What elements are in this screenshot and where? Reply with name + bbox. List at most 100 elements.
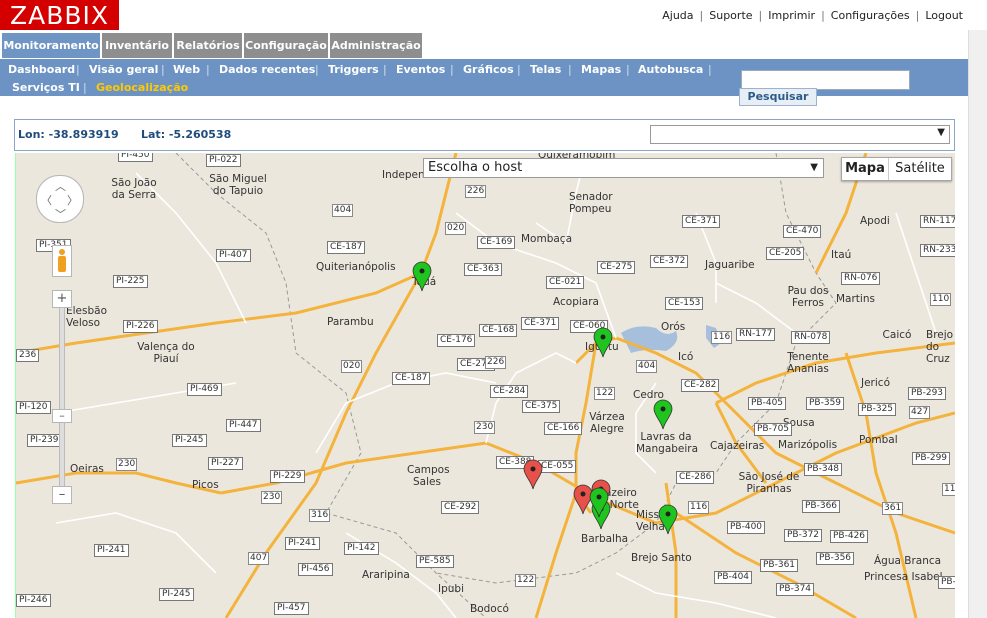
zoom-slider-handle[interactable]: – <box>52 409 72 423</box>
tab-relatorios[interactable]: Relatórios <box>174 33 242 58</box>
road-number: 230 <box>116 458 138 471</box>
city-label: Elesbão Veloso <box>66 305 108 329</box>
road-shield: CE-021 <box>546 276 585 289</box>
help-link[interactable]: Ajuda <box>662 9 693 22</box>
city-label: Martins <box>836 293 875 305</box>
road-shield: PI-456 <box>298 563 333 576</box>
subnav-eventos[interactable]: Eventos <box>396 63 445 76</box>
city-label: Quiterianópolis <box>316 261 396 273</box>
zabbix-logo[interactable]: ZABBIX <box>0 0 119 30</box>
link-separator: | <box>699 9 704 22</box>
latitude-readout: Lat: -5.260538 <box>141 128 232 141</box>
search-button[interactable]: Pesquisar <box>739 88 817 106</box>
city-label: Várzea Alegre <box>589 411 625 435</box>
road-shield: CE-166 <box>544 422 583 435</box>
road-shield: PI-241 <box>285 537 320 550</box>
support-link[interactable]: Suporte <box>709 9 752 22</box>
pan-left-icon[interactable]: 〈 <box>41 192 52 208</box>
road-shield: CE-168 <box>479 324 518 337</box>
road-shield: CE-187 <box>327 241 366 254</box>
road-shield: PB-372 <box>784 529 823 542</box>
city-label: Araripina <box>362 569 410 581</box>
city-label: Brejo Santo <box>631 552 692 564</box>
road-shield: CE-292 <box>441 501 480 514</box>
city-label: Orós <box>661 321 686 333</box>
tab-administracao[interactable]: Administração <box>330 33 422 58</box>
road-shield: PB-359 <box>806 397 845 410</box>
logout-link[interactable]: Logout <box>925 9 963 22</box>
subnav-web[interactable]: Web <box>173 63 200 76</box>
city-label: Jericó <box>861 377 890 389</box>
link-separator: | <box>915 9 920 22</box>
road-shield: PI-225 <box>113 275 148 288</box>
pan-down-icon[interactable]: ﹀ <box>55 206 66 222</box>
zoom-in-icon[interactable]: + <box>52 290 72 308</box>
map-type-map-button[interactable]: Mapa <box>842 158 889 180</box>
road-shield: CE-284 <box>490 385 529 398</box>
subnav-dados-recentes[interactable]: Dados recentes <box>219 63 315 76</box>
road-number: 116 <box>711 331 733 344</box>
map-type-control: Mapa Satélite <box>841 157 952 181</box>
chevron-down-icon: ▼ <box>810 162 818 173</box>
city-label: São João da Serra <box>111 177 157 201</box>
road-number: 110 <box>942 483 955 496</box>
print-link[interactable]: Imprimir <box>768 9 815 22</box>
zoom-slider-track[interactable] <box>59 307 65 487</box>
city-label: Bodocó <box>470 603 509 615</box>
tab-configuracao[interactable]: Configuração <box>244 33 328 58</box>
street-view-pegman-icon[interactable] <box>52 245 72 277</box>
tab-inventario[interactable]: Inventário <box>102 33 172 58</box>
subnav-triggers[interactable]: Triggers <box>328 63 379 76</box>
road-shield: PB-405 <box>748 397 787 410</box>
host-select[interactable]: Escolha o host ▼ <box>423 158 824 178</box>
subnav-dashboard[interactable]: Dashboard <box>8 63 75 76</box>
search-input[interactable] <box>741 70 910 90</box>
subnav-separator: | <box>76 63 80 76</box>
tab-monitoramento[interactable]: Monitoramento <box>2 33 100 58</box>
city-label: Cajazeiras <box>710 440 765 452</box>
road-shield: PI-407 <box>216 249 251 262</box>
subnav-geolocalizacao[interactable]: Geolocalização <box>96 81 188 94</box>
road-shield: PB-293 <box>908 387 947 400</box>
city-label: Jaguaribe <box>705 259 755 271</box>
road-number: 427 <box>909 406 931 419</box>
subnav-visao-geral[interactable]: Visão geral <box>89 63 158 76</box>
city-label: Tenente Ananias <box>787 351 829 375</box>
map-select[interactable]: ▼ <box>650 125 950 144</box>
settings-link[interactable]: Configurações <box>831 9 910 22</box>
zoom-out-icon[interactable]: – <box>52 486 72 504</box>
subnav-telas[interactable]: Telas <box>530 63 561 76</box>
subnav-mapas[interactable]: Mapas <box>581 63 621 76</box>
city-label: Cedro <box>633 389 664 401</box>
subnav-autobusca[interactable]: Autobusca <box>638 63 703 76</box>
page-scrollbar[interactable] <box>968 30 987 618</box>
city-label: Lavras da Mangabeira <box>636 431 699 455</box>
road-shield: PI-239 <box>27 434 62 447</box>
geolocation-map[interactable]: Independência Quixeramobim Quiterianópol… <box>15 153 955 618</box>
road-shield: PE-585 <box>416 555 454 568</box>
pan-up-icon[interactable]: ︿ <box>55 178 66 194</box>
city-label: Icó <box>678 351 694 363</box>
city-label: Missão Velha <box>636 509 672 533</box>
city-label: Pombal <box>859 434 898 446</box>
city-label: Princesa Isabel <box>864 571 943 583</box>
pan-control[interactable]: ︿ ﹀ 〈 〉 <box>36 175 84 223</box>
pan-right-icon[interactable]: 〉 <box>67 192 78 208</box>
subnav-separator: | <box>708 63 712 76</box>
road-shield: CE-282 <box>681 379 720 392</box>
city-label: Valença do Piauí <box>137 341 195 365</box>
road-shield: PB-366 <box>802 500 841 513</box>
subnav-graficos[interactable]: Gráficos <box>463 63 514 76</box>
road-number: 404 <box>636 360 658 373</box>
subnav-separator: | <box>206 63 210 76</box>
city-label: Oeiras <box>70 463 104 475</box>
road-shield: CE-169 <box>477 236 516 249</box>
city-label: Pau dos Ferros <box>787 285 829 309</box>
subnav-servicos-ti[interactable]: Serviços TI <box>12 81 80 94</box>
road-shield: PI-447 <box>226 419 261 432</box>
road-shield: PI-120 <box>16 401 51 414</box>
city-label: Campos Sales <box>407 464 450 488</box>
city-label: Ipubi <box>438 583 464 595</box>
road-shield: PB-325 <box>858 403 897 416</box>
map-type-satellite-button[interactable]: Satélite <box>889 158 951 180</box>
